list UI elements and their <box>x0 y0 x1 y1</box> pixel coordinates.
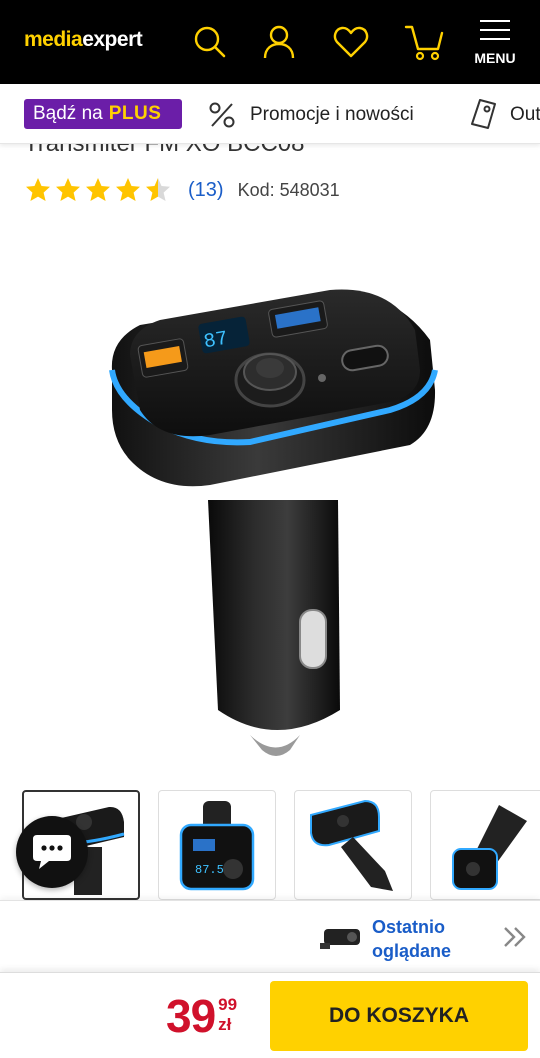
thumbnail-image: 87.5 <box>179 801 255 891</box>
thumbnail-2[interactable]: 87.5 <box>158 790 276 900</box>
price-currency: zł <box>218 1015 232 1034</box>
review-count-link[interactable]: (13) <box>188 179 224 202</box>
cart-icon <box>404 25 444 61</box>
menu-icon <box>480 20 510 47</box>
promo-bar: Bądź na PLUS Promocje i nowości Outlet <box>0 84 540 144</box>
user-icon <box>263 25 295 59</box>
menu-label: MENU <box>474 50 516 66</box>
logo[interactable]: mediaexpert <box>24 28 143 52</box>
chat-icon <box>33 835 71 869</box>
search-button[interactable] <box>186 18 234 66</box>
plus-prefix: Bądź na <box>33 103 103 124</box>
star-icon <box>146 178 170 201</box>
rating-stars[interactable] <box>24 176 174 204</box>
price-main: 39 <box>166 990 216 1042</box>
thumbnail-image <box>310 799 393 891</box>
logo-prefix: media <box>24 28 83 51</box>
plus-badge[interactable]: Bądź na PLUS <box>24 99 182 129</box>
chevron-double-right-icon <box>504 927 526 947</box>
rating-row: (13) Kod: 548031 <box>24 176 340 204</box>
add-to-cart-button[interactable]: DO KOSZYKA <box>270 981 528 1051</box>
promotions-link[interactable]: Promocje i nowości <box>208 100 414 130</box>
plus-word: PLUS <box>108 103 162 124</box>
star-icon <box>56 178 80 201</box>
svg-text:87: 87 <box>202 328 230 355</box>
page: mediaexpert MENU Bądź na PLUS Promocje i… <box>0 0 540 1058</box>
heart-icon <box>333 26 369 58</box>
favorites-button[interactable] <box>327 18 375 66</box>
recently-viewed-bar[interactable]: Ostatnio oglądane <box>0 900 540 972</box>
star-icon <box>26 178 50 201</box>
recently-viewed-label: Ostatnio oglądane <box>372 917 452 961</box>
thumbnail-strip: 87.5 <box>22 790 540 900</box>
star-icon <box>86 178 110 201</box>
promotions-label: Promocje i nowości <box>250 104 414 125</box>
top-header: mediaexpert MENU <box>0 0 540 84</box>
chat-button[interactable] <box>16 816 88 888</box>
price: 39 99 zł <box>166 991 237 1041</box>
price-cents: 99 <box>218 995 238 1014</box>
tag-icon <box>471 99 496 129</box>
product-code: Kod: 548031 <box>237 179 340 200</box>
outlet-link[interactable]: Outlet <box>468 98 540 132</box>
outlet-label: Outlet <box>510 104 540 125</box>
percent-icon <box>209 102 235 128</box>
dashcam-icon <box>320 929 360 949</box>
svg-text:87.5: 87.5 <box>195 863 224 877</box>
star-icon <box>116 178 140 201</box>
thumbnail-4[interactable] <box>430 790 540 900</box>
buy-bar: 39 99 zł DO KOSZYKA <box>0 972 540 1058</box>
thumbnail-3[interactable] <box>294 790 412 900</box>
thumbnail-image <box>452 805 527 890</box>
logo-suffix: expert <box>82 28 143 51</box>
price-side: 99 zł <box>218 995 237 1041</box>
search-icon <box>194 26 226 58</box>
menu-button[interactable]: MENU <box>466 14 526 70</box>
account-button[interactable] <box>255 18 303 66</box>
cart-button[interactable] <box>400 18 448 66</box>
product-image[interactable]: 87 <box>90 270 460 770</box>
